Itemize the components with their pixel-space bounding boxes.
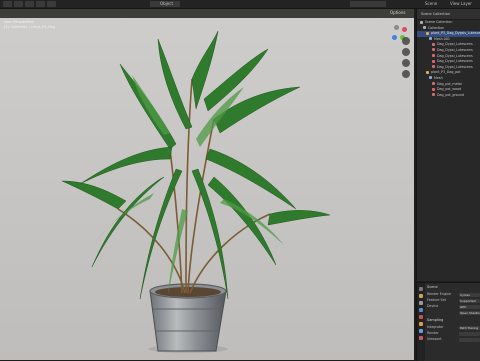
outliner-item-label: Dag_Dypsi_Lutescens xyxy=(437,59,473,64)
material-icon xyxy=(432,59,435,63)
menu-render[interactable] xyxy=(25,1,34,7)
palm-fronds xyxy=(61,30,331,300)
tool-tab-icon[interactable] xyxy=(419,287,423,291)
mesh-icon xyxy=(429,37,432,41)
object-icon xyxy=(426,70,429,74)
scene-selector[interactable]: Scene xyxy=(425,0,437,8)
material-icon xyxy=(432,87,435,91)
render-tab-icon[interactable] xyxy=(419,294,423,298)
3d-viewport[interactable]: Options User Perspective (1) Collection … xyxy=(0,9,414,360)
object-tab-icon[interactable] xyxy=(419,322,423,326)
open-shading-checkbox[interactable]: Open Shading xyxy=(459,310,480,315)
viewport-samples-field[interactable] xyxy=(459,337,480,342)
menu-help[interactable] xyxy=(47,1,56,7)
mesh-icon xyxy=(429,76,432,80)
world-tab-icon[interactable] xyxy=(419,315,423,319)
output-tab-icon[interactable] xyxy=(419,301,423,305)
render-engine-label: Render Engine xyxy=(427,292,452,296)
feature-set-label: Feature Set xyxy=(427,298,446,302)
outliner-panel: Scene Collection Scene Collection Collect… xyxy=(416,9,480,281)
outliner-header: Scene Collection xyxy=(417,9,480,20)
properties-tabs xyxy=(417,283,425,361)
render-samples-label: Render xyxy=(427,331,439,335)
device-label: Device xyxy=(427,304,439,308)
material-icon xyxy=(432,54,435,58)
metal-pot xyxy=(149,290,227,352)
mode-label: Object xyxy=(160,1,174,6)
view-layer-selector[interactable]: View Layer xyxy=(450,0,472,8)
material-icon xyxy=(432,42,435,46)
outliner-item-label: Scene Collection xyxy=(425,20,453,24)
outliner-item-label: Mesh.001 xyxy=(434,36,451,41)
outliner-item-label: plant_P3_Dag_pot xyxy=(431,70,461,75)
material-icon xyxy=(432,82,435,86)
outliner-item-label: Dag_pot_metal xyxy=(437,81,462,86)
outliner-tree: Scene Collection Collection plant_P3_Dag_D… xyxy=(417,20,480,98)
outliner-item-label: Dag_pot_wood xyxy=(437,87,462,92)
menu-edit[interactable] xyxy=(14,1,23,7)
outliner-item-label: Dag_pot_ground xyxy=(437,92,465,97)
top-menu-bar: Object Scene View Layer xyxy=(0,0,480,9)
collection-icon xyxy=(423,26,426,30)
sampling-section-title[interactable]: Sampling xyxy=(427,318,443,323)
material-icon xyxy=(432,93,435,97)
modifier-tab-icon[interactable] xyxy=(419,329,423,333)
properties-panel: Scene Render Engine Cycles Feature Set S… xyxy=(416,282,480,361)
potted-palm-plant[interactable] xyxy=(0,9,414,360)
outliner-item-label: Dag_Dypsi_Lutescens xyxy=(437,64,473,69)
menu-window[interactable] xyxy=(36,1,45,7)
outliner-item-label: Dag_Dypsi_Lutescens xyxy=(437,42,473,47)
menu-file[interactable] xyxy=(3,1,12,7)
section-title: Scene xyxy=(427,285,438,289)
render-samples-field[interactable] xyxy=(459,331,480,336)
render-engine-dropdown[interactable]: Cycles xyxy=(459,292,480,297)
material-tab-icon[interactable] xyxy=(419,336,423,340)
outliner-item[interactable]: Dag_pot_ground xyxy=(417,93,480,99)
outliner-item-label: Collection xyxy=(428,25,445,30)
shading-buttons[interactable] xyxy=(350,1,386,7)
viewport-samples-label: Viewport xyxy=(427,337,442,341)
outliner-item-label: plant_P3_Dag_Dypsis_Lutescens xyxy=(431,31,480,36)
device-dropdown[interactable]: GPU xyxy=(459,304,480,309)
material-icon xyxy=(432,48,435,52)
scene-tab-icon[interactable] xyxy=(419,308,423,312)
material-icon xyxy=(432,65,435,69)
feature-set-dropdown[interactable]: Supported xyxy=(459,298,480,303)
outliner-item-label: Dag_Dypsi_Lutescens xyxy=(437,53,473,58)
integrator-label: Integrator xyxy=(427,325,444,329)
outliner-title: Scene Collection xyxy=(421,12,451,16)
outliner-item-label: Mesh xyxy=(434,75,443,80)
integrator-dropdown[interactable]: Path Tracing xyxy=(459,325,480,330)
outliner-item-label: Dag_Dypsi_Lutescens xyxy=(437,47,473,52)
object-icon xyxy=(426,31,429,35)
collection-icon xyxy=(420,20,423,24)
